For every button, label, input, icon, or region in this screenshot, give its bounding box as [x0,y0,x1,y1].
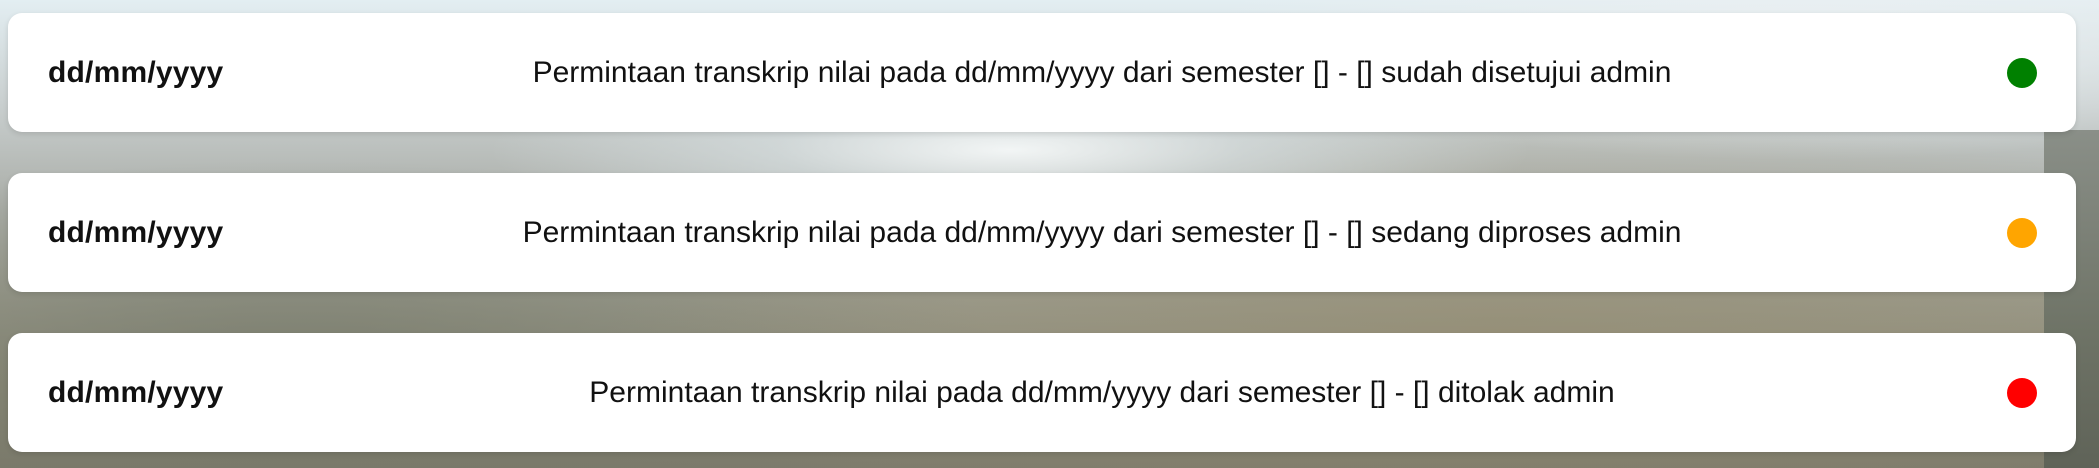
notification-date: dd/mm/yyyy [48,215,224,249]
notification-message: Permintaan transkrip nilai pada dd/mm/yy… [522,215,1682,249]
notification-list: dd/mm/yyyy Permintaan transkrip nilai pa… [8,13,2076,452]
notification-message: Permintaan transkrip nilai pada dd/mm/yy… [532,55,1672,89]
notification-date: dd/mm/yyyy [48,375,224,409]
status-dot-icon [2007,377,2037,408]
notification-date: dd/mm/yyyy [48,55,224,89]
notification-message: Permintaan transkrip nilai pada dd/mm/yy… [589,375,1615,409]
notification-card[interactable]: dd/mm/yyyy Permintaan transkrip nilai pa… [8,173,2076,292]
notification-card[interactable]: dd/mm/yyyy Permintaan transkrip nilai pa… [8,13,2076,132]
notification-card[interactable]: dd/mm/yyyy Permintaan transkrip nilai pa… [8,333,2076,452]
status-dot-icon [2007,57,2037,88]
status-dot-icon [2007,217,2037,248]
